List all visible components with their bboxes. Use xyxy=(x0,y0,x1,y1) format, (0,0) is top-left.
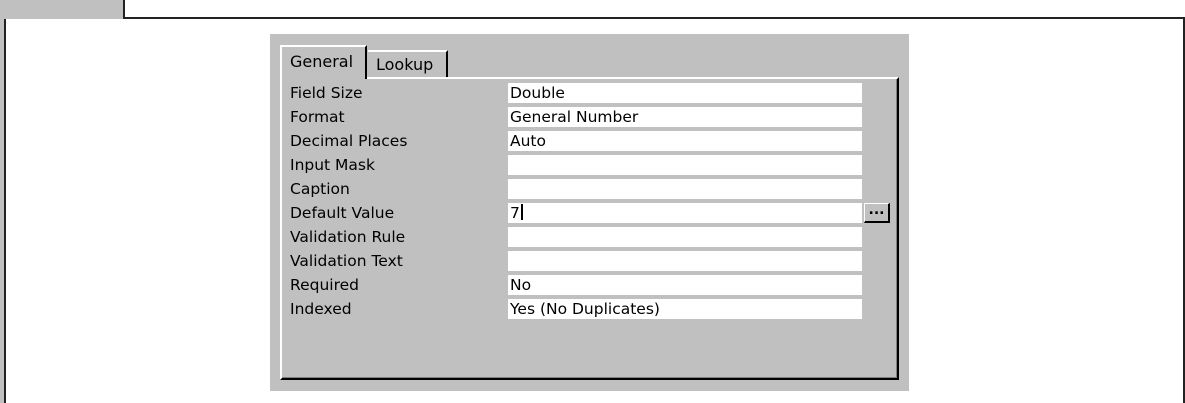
indexed-value[interactable]: Yes (No Duplicates) xyxy=(508,299,862,319)
property-row-validation-rule: Validation Rule xyxy=(282,226,897,249)
property-label: Input Mask xyxy=(290,156,375,174)
property-row-caption: Caption xyxy=(282,178,897,201)
required-value[interactable]: No xyxy=(508,275,862,295)
frame-left-border xyxy=(0,19,6,403)
default-value-text: 7 xyxy=(510,204,520,222)
default-value-field[interactable]: 7 xyxy=(508,203,862,223)
property-label: Field Size xyxy=(290,84,363,102)
property-row-default-value: Default Value 7 ... xyxy=(282,202,897,225)
property-label: Default Value xyxy=(290,204,395,222)
property-label: Indexed xyxy=(290,300,352,318)
property-row-validation-text: Validation Text xyxy=(282,250,897,273)
property-label: Caption xyxy=(290,180,350,198)
property-row-indexed: Indexed Yes (No Duplicates) xyxy=(282,298,897,321)
validation-rule-value[interactable] xyxy=(508,227,862,247)
property-label: Decimal Places xyxy=(290,132,408,150)
validation-text-value[interactable] xyxy=(508,251,862,271)
property-label: Validation Text xyxy=(290,252,403,270)
text-caret xyxy=(520,204,523,220)
field-properties-pane: General Lookup Field Size Double Format … xyxy=(270,34,909,391)
property-label: Format xyxy=(290,108,345,126)
expression-builder-button[interactable]: ... xyxy=(864,203,890,223)
general-properties-panel: Field Size Double Format General Number … xyxy=(280,77,899,380)
field-size-value[interactable]: Double xyxy=(508,83,862,103)
property-row-required: Required No xyxy=(282,274,897,297)
property-row-input-mask: Input Mask xyxy=(282,154,897,177)
frame-corner xyxy=(0,0,125,19)
tab-general[interactable]: General xyxy=(280,45,367,79)
format-value[interactable]: General Number xyxy=(508,107,862,127)
tab-lookup[interactable]: Lookup xyxy=(368,50,448,77)
property-label: Validation Rule xyxy=(290,228,406,246)
input-mask-value[interactable] xyxy=(508,155,862,175)
frame-top-border xyxy=(125,17,1185,19)
window-frame-top xyxy=(0,0,1185,19)
property-label: Required xyxy=(290,276,359,294)
decimal-places-value[interactable]: Auto xyxy=(508,131,862,151)
property-row-field-size: Field Size Double xyxy=(282,82,897,105)
property-row-decimal-places: Decimal Places Auto xyxy=(282,130,897,153)
caption-value[interactable] xyxy=(508,179,862,199)
property-row-format: Format General Number xyxy=(282,106,897,129)
